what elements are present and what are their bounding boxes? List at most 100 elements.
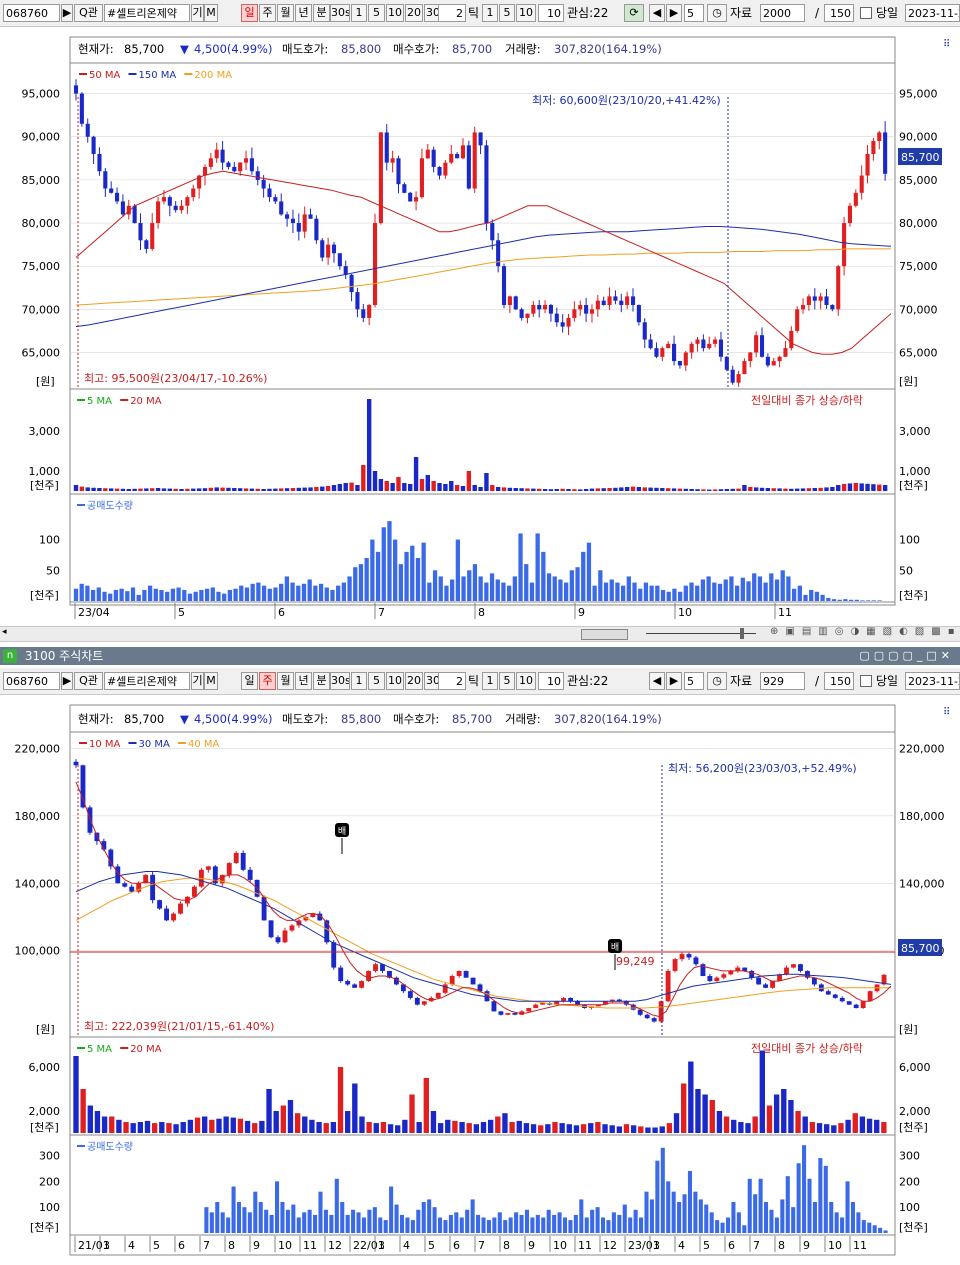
bot-price-candle xyxy=(456,970,462,976)
bot-short-bar xyxy=(590,1209,595,1233)
top-short-bar xyxy=(358,564,364,601)
period-tab-1[interactable]: 주 xyxy=(259,672,276,690)
count-input[interactable]: 5 xyxy=(684,672,704,690)
top-scroll-bar[interactable]: ◂ ⊕▣▤▥◎◑▦▧◐▨▩▪ xyxy=(0,626,960,642)
bot-short-bar xyxy=(280,1202,285,1233)
tick-button-0[interactable]: 1 xyxy=(482,4,498,22)
tick-value-input[interactable]: 2 xyxy=(438,4,466,22)
period-tab-2[interactable]: 월 xyxy=(277,672,294,690)
tick-button-0[interactable]: 1 xyxy=(482,672,498,690)
top-short-legend-swatch-0 xyxy=(77,504,85,506)
code-dropdown-button[interactable]: ▶ xyxy=(61,672,73,690)
bot-x-xtick-9: 11 xyxy=(303,1239,317,1252)
period-tab-1[interactable]: 주 xyxy=(259,4,276,22)
weekly-chart[interactable]: ⠿ 현재가: 85,700 ▼ 4,500(4.99%) 매도호가: 85,800 매수호가:… xyxy=(0,695,960,1262)
scroll-thumb[interactable] xyxy=(581,629,628,640)
top-vol-bar xyxy=(232,488,237,491)
interest-input[interactable]: 10 xyxy=(538,672,564,690)
stock-name-field[interactable]: #셀트리온제약 xyxy=(104,672,190,690)
stock-code-input[interactable]: 068760 xyxy=(3,4,60,22)
search-button[interactable]: Q관 xyxy=(74,4,103,22)
tick-button-2[interactable]: 10 xyxy=(516,4,536,22)
minute-button-1[interactable]: 1 xyxy=(351,672,367,690)
top-price-candle xyxy=(132,205,137,224)
bot-short-bar xyxy=(845,1181,850,1233)
period-tab-3[interactable]: 년 xyxy=(295,672,312,690)
top-price-candle xyxy=(167,197,172,206)
clock-icon[interactable]: ◷ xyxy=(707,672,727,690)
chart-type-button-gi[interactable]: 기 xyxy=(191,4,204,22)
period-tab-2[interactable]: 월 xyxy=(277,4,294,22)
bottom-chart-area[interactable]: ⠿ 현재가: 85,700 ▼ 4,500(4.99%) 매도호가: 85,800 매수호가:… xyxy=(0,695,960,1262)
bot-short-bar xyxy=(302,1212,307,1233)
bot-vol-bar xyxy=(516,1120,522,1133)
bot-vol-bar xyxy=(623,1124,630,1133)
today-checkbox[interactable] xyxy=(860,675,872,687)
bot-short-bar xyxy=(405,1217,410,1233)
bot-vol-bar xyxy=(709,1100,715,1133)
minute-button-3[interactable]: 10 xyxy=(386,4,404,22)
tick-button-1[interactable]: 5 xyxy=(499,672,515,690)
stock-name-field[interactable]: #셀트리온제약 xyxy=(104,4,190,22)
minute-button-0[interactable]: 30s xyxy=(330,672,350,690)
bot-x-xtick-27: 7 xyxy=(753,1239,760,1252)
top-short-bar xyxy=(393,539,398,601)
chart-type-button-m[interactable]: M xyxy=(204,4,218,22)
next-button[interactable]: ▶ xyxy=(666,672,682,690)
data-count-select[interactable]: 2000 xyxy=(760,4,805,22)
minute-button-4[interactable]: 20 xyxy=(405,4,423,22)
search-button[interactable]: Q관 xyxy=(74,672,103,690)
top-price-unit-right: [원] xyxy=(899,375,918,388)
next-button[interactable]: ▶ xyxy=(666,4,682,22)
period-tab-3[interactable]: 년 xyxy=(295,4,312,22)
top-price-candle xyxy=(314,218,319,241)
top-short-bar xyxy=(848,599,854,601)
data-count-select[interactable]: 929 xyxy=(760,672,805,690)
period-tab-4[interactable]: 분 xyxy=(313,4,330,22)
stock-code-input[interactable]: 068760 xyxy=(3,672,60,690)
chart-type-button-gi[interactable]: 기 xyxy=(191,672,204,690)
top-short-bar xyxy=(125,591,130,601)
bot-price-candle xyxy=(331,942,337,968)
minute-button-2[interactable]: 5 xyxy=(368,4,385,22)
zoom-slider-handle[interactable] xyxy=(740,628,744,639)
minute-button-4[interactable]: 20 xyxy=(405,672,423,690)
interest-input[interactable]: 10 xyxy=(538,4,564,22)
prev-button[interactable]: ◀ xyxy=(649,4,665,22)
code-dropdown-button[interactable]: ▶ xyxy=(61,4,73,22)
period-tab-4[interactable]: 분 xyxy=(313,672,330,690)
window-controls[interactable]: ▢▢▢▢_□✕ xyxy=(859,647,954,665)
refresh-button[interactable]: ⟳ xyxy=(624,4,644,22)
tick-button-2[interactable]: 10 xyxy=(516,672,536,690)
top-price-candle xyxy=(695,339,700,344)
top-short-bar xyxy=(415,558,421,601)
tick-value-input[interactable]: 2 xyxy=(438,672,466,690)
today-checkbox[interactable] xyxy=(860,7,872,19)
minute-button-0[interactable]: 30s xyxy=(330,4,350,22)
toolbar-icons[interactable]: ⊕▣▤▥◎◑▦▧◐▨▩▪ xyxy=(770,626,960,637)
date-input[interactable]: 2023-11-2 xyxy=(905,4,960,22)
scroll-left-icon[interactable]: ◂ xyxy=(2,627,7,637)
top-price-candle xyxy=(730,369,735,383)
minute-button-3[interactable]: 10 xyxy=(386,672,404,690)
minute-button-2[interactable]: 5 xyxy=(368,672,385,690)
chart-type-button-m[interactable]: M xyxy=(204,672,218,690)
period-tab-0[interactable]: 일 xyxy=(241,672,258,690)
count-input[interactable]: 5 xyxy=(684,4,704,22)
date-input[interactable]: 2023-11-2 xyxy=(905,672,960,690)
view-count-input[interactable]: 150 xyxy=(824,4,854,22)
prev-button[interactable]: ◀ xyxy=(649,672,665,690)
bot-price-candle xyxy=(73,761,79,766)
minute-button-1[interactable]: 1 xyxy=(351,4,367,22)
view-count-input[interactable]: 150 xyxy=(824,672,854,690)
top-price-ytick-right-5: 70,000 xyxy=(899,303,938,316)
daily-chart[interactable]: ⠿ 현재가: 85,700 ▼ 4,500(4.99%) 매도호가: 85,800 매수호가:… xyxy=(0,27,960,625)
top-short-bar xyxy=(717,583,723,601)
top-price-candle xyxy=(449,153,454,163)
tick-button-1[interactable]: 5 xyxy=(499,4,515,22)
clock-icon[interactable]: ◷ xyxy=(707,4,727,22)
top-chart-area[interactable]: ⠿ 현재가: 85,700 ▼ 4,500(4.99%) 매도호가: 85,800 매수호가:… xyxy=(0,27,960,625)
info-field-4: 매도호가: xyxy=(282,712,328,726)
top-price-candle xyxy=(654,348,659,357)
period-tab-0[interactable]: 일 xyxy=(241,4,258,22)
